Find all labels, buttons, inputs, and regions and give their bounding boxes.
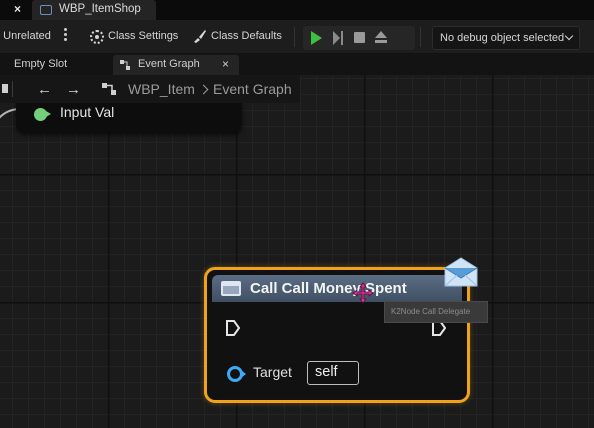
target-value-field[interactable]: self bbox=[307, 361, 359, 385]
target-value: self bbox=[315, 364, 338, 380]
breadcrumb-graph[interactable]: Event Graph bbox=[213, 81, 292, 97]
hide-unrelated-button[interactable]: e Unrelated bbox=[0, 30, 51, 42]
editor-tab-bar: Empty Slot Event Graph × bbox=[0, 55, 594, 75]
tab-label: Empty Slot bbox=[14, 58, 68, 70]
input-value-node[interactable]: Input Val bbox=[16, 103, 242, 133]
step-forward-icon[interactable] bbox=[333, 31, 343, 45]
brush-icon bbox=[194, 30, 206, 43]
document-tab-label: WBP_ItemShop bbox=[59, 3, 141, 15]
class-defaults-button[interactable]: Class Defaults bbox=[211, 30, 282, 42]
gear-icon bbox=[90, 30, 104, 44]
eject-icon[interactable] bbox=[374, 30, 388, 44]
stop-icon[interactable] bbox=[354, 32, 365, 43]
toolbar-divider bbox=[420, 27, 421, 47]
node-title: Call Call Money Spent bbox=[250, 280, 407, 297]
envelope-icon bbox=[444, 257, 478, 287]
play-icon[interactable] bbox=[311, 31, 322, 45]
input-node-label: Input Val bbox=[60, 104, 115, 120]
class-settings-button[interactable]: Class Settings bbox=[108, 30, 178, 42]
input-pin-icon[interactable] bbox=[34, 108, 51, 121]
document-tab-wbp-itemshop[interactable]: WBP_ItemShop bbox=[32, 0, 156, 20]
blueprint-icon bbox=[40, 5, 52, 15]
target-label: Target bbox=[253, 364, 292, 380]
call-delegate-node[interactable]: Call Call Money Spent Target self bbox=[204, 267, 470, 403]
close-tab-button[interactable]: × bbox=[222, 57, 229, 71]
close-tab-button[interactable]: × bbox=[14, 2, 21, 16]
tab-event-graph[interactable]: Event Graph × bbox=[113, 55, 239, 75]
target-pin-icon[interactable] bbox=[227, 366, 246, 382]
function-icon bbox=[221, 281, 241, 296]
tab-label: Event Graph bbox=[138, 58, 200, 70]
breadcrumb-widget[interactable]: WBP_Item bbox=[128, 81, 195, 97]
exec-in-pin-icon[interactable] bbox=[226, 320, 240, 336]
more-options-icon[interactable] bbox=[64, 28, 68, 42]
debug-object-select[interactable]: No debug object selected bbox=[432, 26, 580, 50]
tab-empty-slot[interactable]: Empty Slot bbox=[0, 55, 110, 75]
back-arrow-icon[interactable]: ← bbox=[37, 81, 52, 98]
node-header: Call Call Money Spent bbox=[212, 275, 462, 302]
graph-icon bbox=[102, 83, 116, 95]
graph-icon bbox=[120, 60, 130, 70]
forward-arrow-icon[interactable]: → bbox=[66, 81, 81, 98]
chevron-right-icon bbox=[198, 84, 209, 95]
bookmark-icon[interactable] bbox=[2, 84, 8, 93]
breadcrumb: ← → WBP_Item Event Graph bbox=[0, 75, 300, 103]
document-tab-strip: × WBP_ItemShop bbox=[0, 0, 594, 20]
breadcrumb-divider bbox=[12, 81, 13, 97]
node-tooltip: K2Node Call Delegate bbox=[384, 301, 488, 323]
move-cursor-icon bbox=[352, 282, 374, 304]
debug-object-label: No debug object selected bbox=[440, 32, 565, 44]
chevron-down-icon bbox=[564, 31, 574, 41]
tooltip-text: K2Node Call Delegate bbox=[391, 307, 471, 316]
toolbar-divider bbox=[294, 27, 295, 47]
